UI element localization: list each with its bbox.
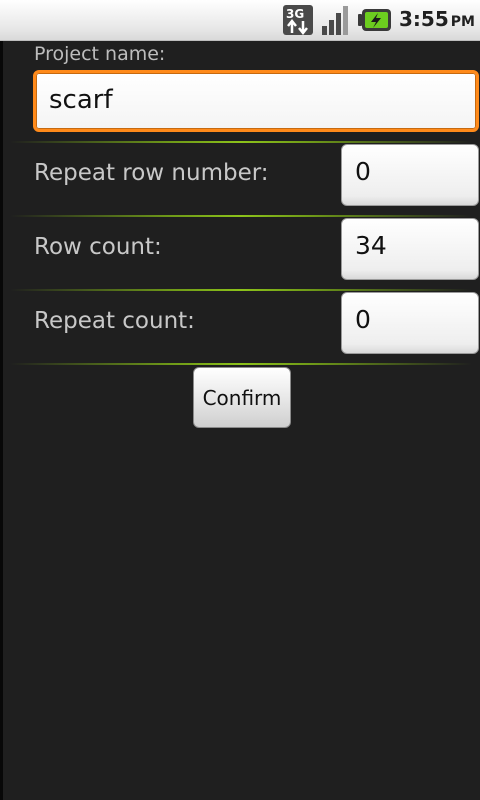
divider — [10, 363, 472, 365]
repeat-row-number-label: Repeat row number: — [34, 160, 269, 186]
network-3g-icon: 3G — [283, 5, 313, 36]
status-bar: 3G 3:55 PM — [0, 0, 480, 41]
status-clock: 3:55 PM — [399, 7, 475, 31]
edge-shade — [0, 41, 3, 800]
clock-time: 3:55 — [399, 7, 449, 31]
row-count-label: Row count: — [34, 234, 162, 260]
battery-charging-icon — [358, 9, 391, 31]
divider — [10, 215, 472, 217]
project-name-label: Project name: — [34, 43, 166, 65]
confirm-button[interactable]: Confirm — [193, 367, 291, 428]
repeat-count-input[interactable]: 0 — [341, 292, 479, 354]
repeat-row-number-input[interactable]: 0 — [341, 144, 479, 206]
row-count-input[interactable]: 34 — [341, 218, 479, 280]
divider — [10, 289, 472, 291]
project-name-input[interactable]: scarf — [33, 70, 479, 132]
repeat-count-label: Repeat count: — [34, 308, 195, 334]
clock-ampm: PM — [450, 14, 475, 30]
svg-text:3G: 3G — [286, 7, 304, 21]
divider — [10, 141, 472, 143]
signal-strength-icon — [322, 6, 348, 35]
